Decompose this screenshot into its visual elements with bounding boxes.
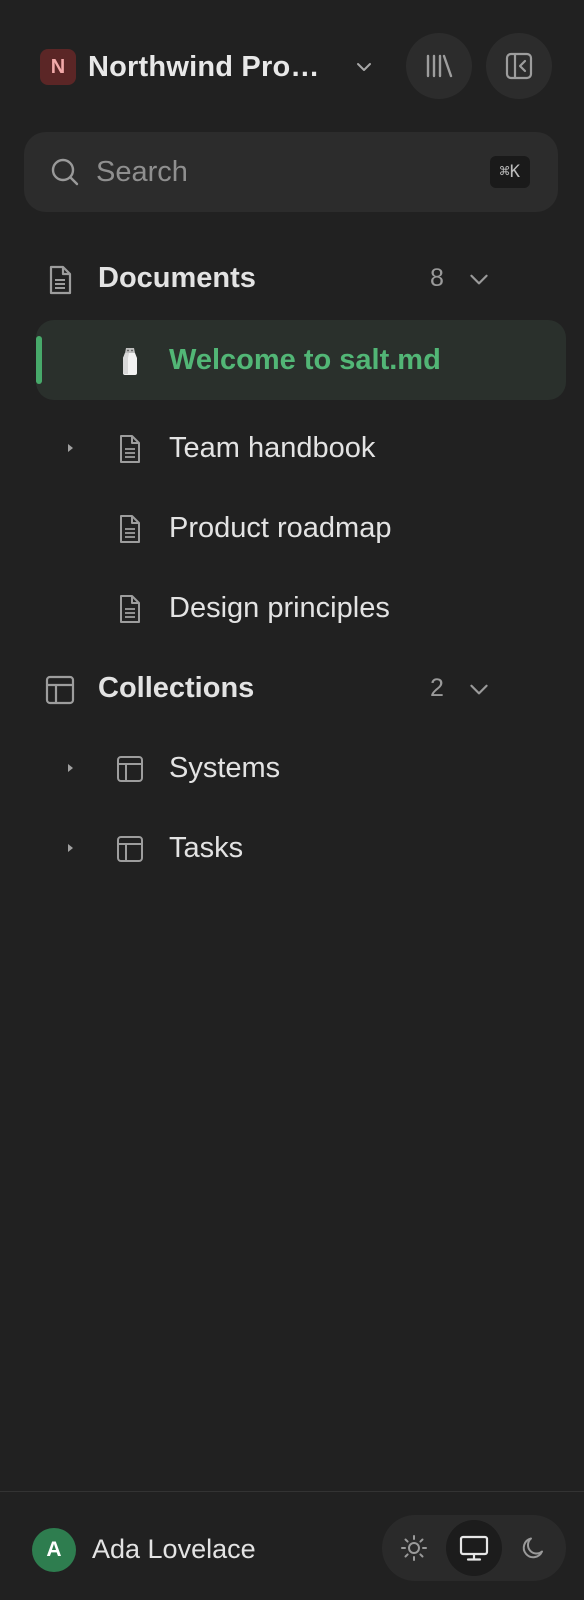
document-icon — [120, 515, 140, 543]
workspace-name[interactable]: Northwind Pro… — [88, 49, 320, 85]
library-icon — [426, 54, 453, 78]
theme-dark-button[interactable] — [506, 1520, 562, 1576]
collection-item-label: Tasks — [169, 832, 244, 864]
collection-item-label: Systems — [169, 752, 281, 784]
salt-shaker-icon — [123, 348, 137, 375]
document-icon — [120, 435, 140, 463]
caret-right-icon[interactable] — [65, 842, 75, 854]
collapse-sidebar-button[interactable] — [486, 33, 552, 99]
documents-count: 8 — [430, 264, 444, 292]
document-icon — [49, 265, 72, 295]
caret-right-icon[interactable] — [65, 762, 75, 774]
documents-section-title: Documents — [98, 262, 256, 294]
user-name[interactable]: Ada Lovelace — [92, 1534, 256, 1565]
chevron-down-icon[interactable] — [466, 266, 492, 292]
document-item-label: Design principles — [169, 592, 390, 624]
document-item-label: Product roadmap — [169, 512, 392, 544]
document-icon — [120, 595, 140, 623]
monitor-icon — [459, 1535, 489, 1561]
sidebar-footer: A Ada Lovelace — [0, 1491, 584, 1600]
document-item-welcome[interactable]: Welcome to salt.md — [36, 320, 566, 400]
chevron-down-icon[interactable] — [466, 676, 492, 702]
theme-switcher — [382, 1515, 566, 1581]
theme-system-button[interactable] — [446, 1520, 502, 1576]
sun-icon — [401, 1535, 427, 1561]
avatar[interactable]: A — [32, 1528, 76, 1572]
theme-light-button[interactable] — [386, 1520, 442, 1576]
workspace-badge[interactable]: N — [40, 49, 76, 85]
table-icon — [117, 756, 143, 782]
documents-section-header[interactable]: Documents 8 — [0, 252, 584, 308]
collection-item-tasks[interactable]: Tasks — [36, 808, 566, 888]
sidebar-collapse-icon — [505, 52, 533, 80]
collections-count: 2 — [430, 674, 444, 702]
document-item-product-roadmap[interactable]: Product roadmap — [36, 488, 566, 568]
search-shortcut-badge: ⌘K — [489, 156, 530, 188]
moon-icon — [522, 1537, 543, 1559]
table-icon — [45, 675, 75, 705]
active-indicator — [36, 336, 42, 384]
collections-section-header[interactable]: Collections 2 — [0, 662, 584, 718]
caret-right-icon[interactable] — [65, 442, 75, 454]
search-box[interactable]: ⌘K — [24, 132, 558, 212]
collections-section-title: Collections — [98, 672, 255, 704]
table-icon — [117, 836, 143, 862]
library-button[interactable] — [406, 33, 472, 99]
search-icon — [51, 158, 79, 186]
collection-item-systems[interactable]: Systems — [36, 728, 566, 808]
document-item-label: Team handbook — [169, 432, 376, 464]
document-item-label: Welcome to salt.md — [169, 344, 441, 376]
document-item-design-principles[interactable]: Design principles — [36, 568, 566, 648]
sidebar-header: N Northwind Pro… — [0, 0, 584, 130]
chevron-down-icon[interactable] — [352, 55, 376, 79]
document-item-team-handbook[interactable]: Team handbook — [36, 408, 566, 488]
search-input[interactable] — [96, 152, 456, 192]
sidebar: N Northwind Pro… ⌘K — [0, 0, 584, 1600]
